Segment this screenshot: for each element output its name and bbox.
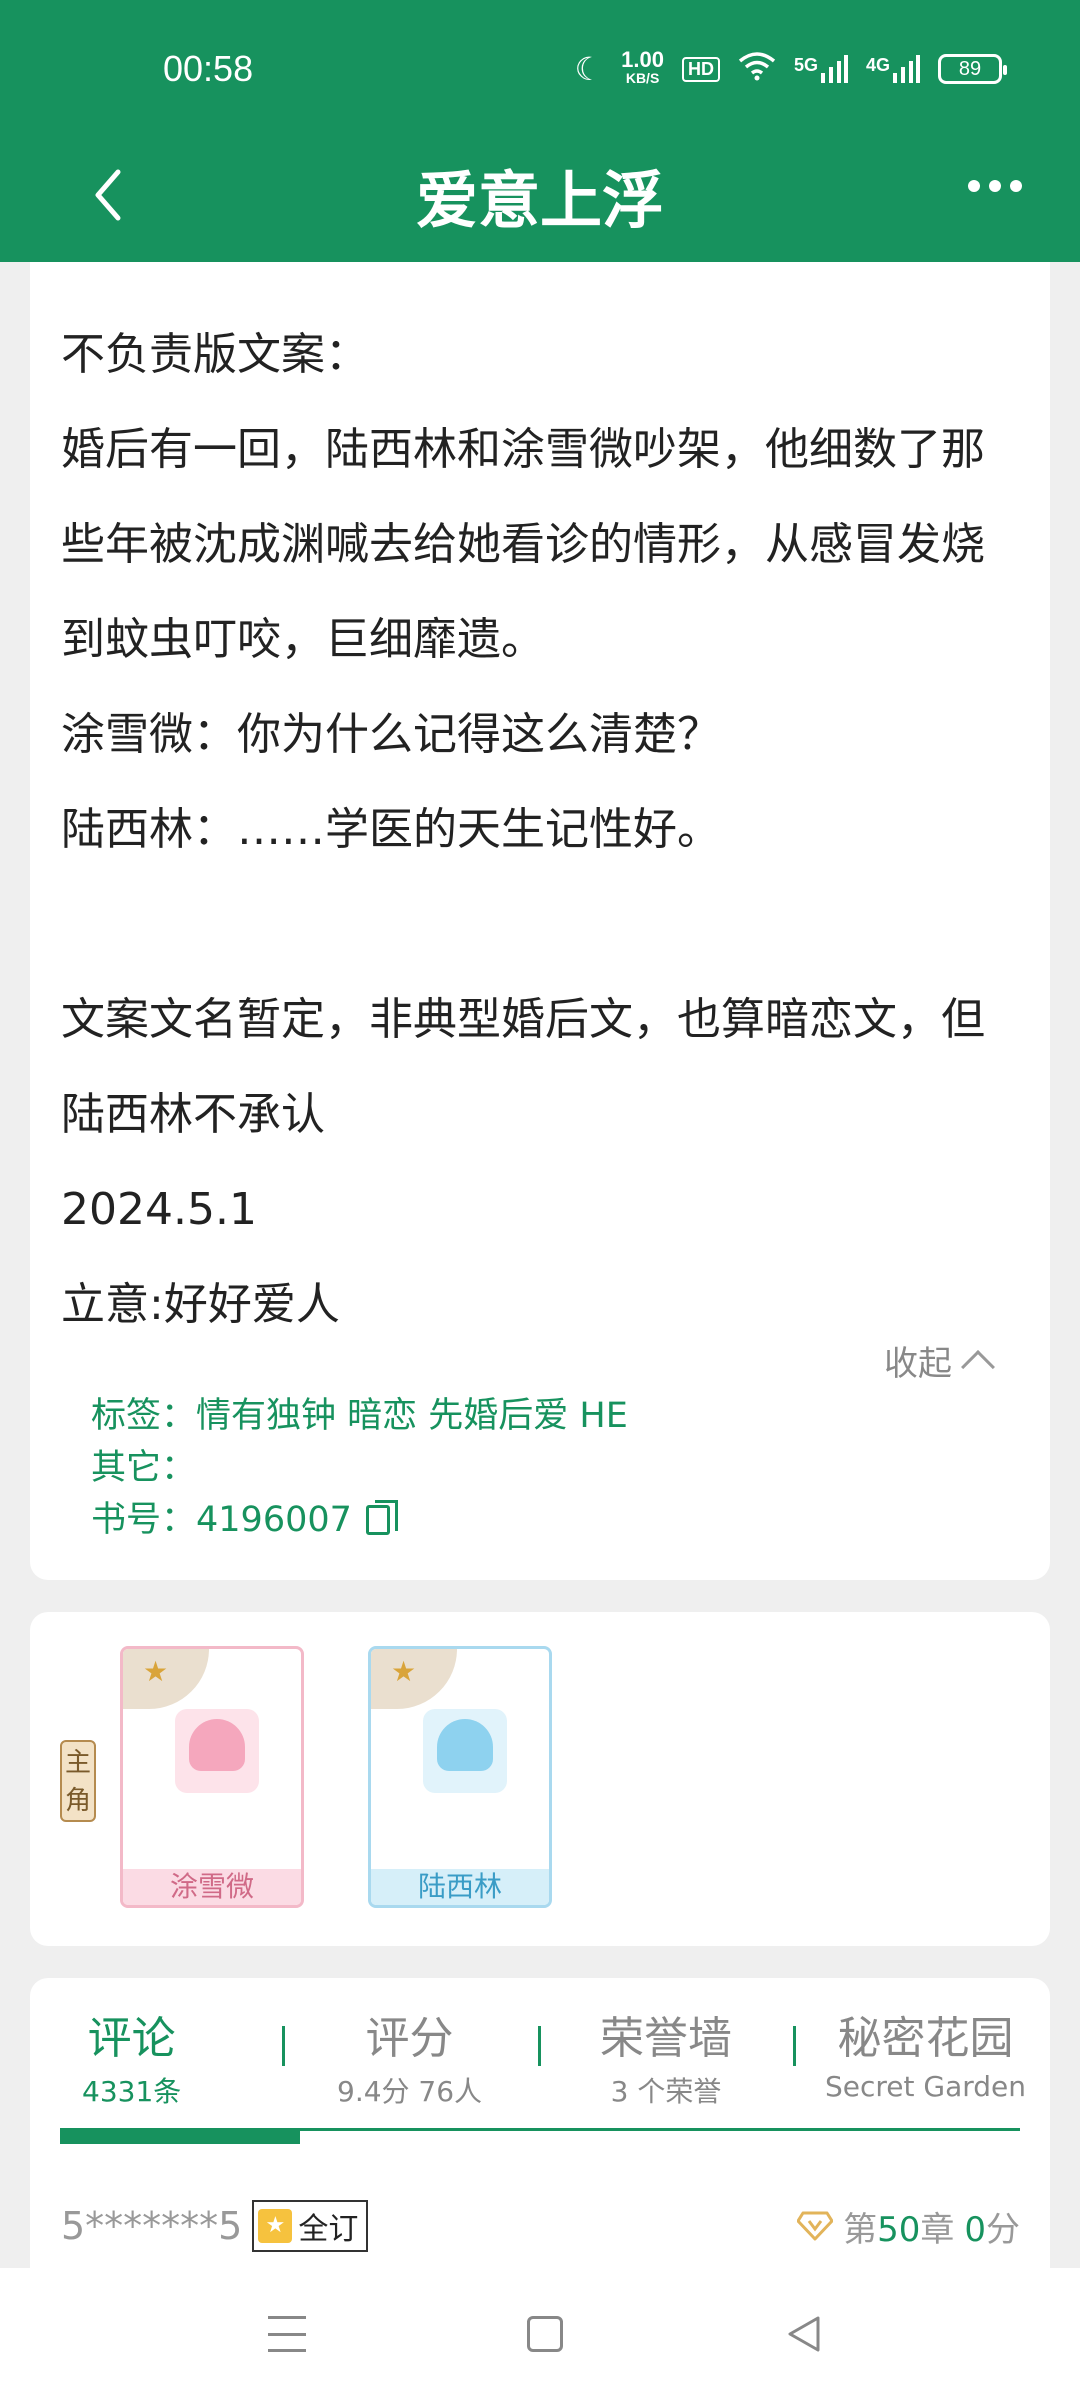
other-row: 其它： bbox=[91, 1448, 197, 1488]
badge-star-icon: ★ bbox=[258, 2209, 293, 2243]
chapter-info: 第50章 bbox=[843, 2209, 955, 2250]
status-bar: 00:58 ☾ 1.00 KB/S HD 5G 4G 89 bbox=[0, 0, 1080, 140]
system-nav-bar bbox=[0, 2268, 1080, 2400]
more-dot bbox=[989, 180, 1001, 192]
battery-icon: 89 bbox=[938, 54, 1007, 84]
copy-icon[interactable] bbox=[365, 1500, 398, 1535]
signal-4g-icon: 4G bbox=[866, 55, 920, 83]
more-button[interactable] bbox=[968, 180, 1022, 192]
role-tag: 主角 bbox=[60, 1740, 96, 1822]
subscription-badge: ★ 全订 bbox=[252, 2200, 369, 2252]
description-line: 些年被沈成渊喊去给她看诊的情形，从感冒发烧 bbox=[61, 519, 985, 570]
collapse-button[interactable]: 收起 bbox=[884, 1336, 995, 1385]
character-card[interactable]: ★ 涂雪微 bbox=[120, 1646, 304, 1908]
status-time: 00:58 bbox=[163, 48, 254, 89]
tab-separator bbox=[793, 2026, 796, 2066]
book-meta: 标签：情有独钟 暗恋 先婚后爱 HE 其它： 书号：4196007 bbox=[91, 1390, 628, 1546]
top-bar: 00:58 ☾ 1.00 KB/S HD 5G 4G 89 爱意上浮 bbox=[0, 0, 1080, 262]
review-header: 5*******5 ★ 全订 第50章 0分 bbox=[61, 2196, 1020, 2256]
score-info: 0分 bbox=[964, 2209, 1020, 2250]
description-text: 不负责版文案： 婚后有一回，陆西林和涂雪微吵架，他细数了那 些年被沈成渊喊去给她… bbox=[61, 307, 985, 1352]
review-user[interactable]: 5*******5 bbox=[61, 2204, 242, 2248]
tab-honor-wall[interactable]: 荣誉墙 3 个荣誉 bbox=[600, 2002, 732, 2110]
character-card[interactable]: ★ 陆西林 bbox=[368, 1646, 552, 1908]
description-line bbox=[61, 877, 985, 972]
tab-rating[interactable]: 评分 9.4分 76人 bbox=[337, 2002, 482, 2110]
signal-5g-icon: 5G bbox=[794, 55, 848, 83]
characters-card: 主角 ★ 涂雪微 ★ 陆西林 bbox=[30, 1612, 1050, 1946]
character-name: 涂雪微 bbox=[123, 1869, 301, 1905]
star-icon: ★ bbox=[143, 1655, 169, 1688]
description-line: 到蚊虫叮咬，巨细靡遗。 bbox=[61, 614, 545, 665]
more-dot bbox=[968, 180, 980, 192]
tab-indicator bbox=[60, 2128, 300, 2144]
avatar-icon bbox=[175, 1709, 259, 1793]
tags-row: 标签：情有独钟 暗恋 先婚后爱 HE bbox=[91, 1396, 628, 1436]
net-speed: 1.00 KB/S bbox=[621, 47, 664, 87]
star-icon: ★ bbox=[391, 1655, 417, 1688]
character-name: 陆西林 bbox=[371, 1869, 549, 1905]
status-icons: ☾ 1.00 KB/S HD 5G 4G 89 bbox=[574, 47, 1007, 88]
description-line: 文案文名暂定，非典型婚后文，也算暗恋文，但 bbox=[61, 994, 985, 1045]
avatar-icon bbox=[423, 1709, 507, 1793]
description-line: 陆西林不承认 bbox=[61, 1089, 325, 1140]
description-card: 不负责版文案： 婚后有一回，陆西林和涂雪微吵架，他细数了那 些年被沈成渊喊去给她… bbox=[30, 262, 1050, 1580]
hd-icon: HD bbox=[681, 56, 720, 82]
review-meta: 第50章 0分 bbox=[797, 2202, 1020, 2251]
tab-separator bbox=[282, 2026, 285, 2066]
back-triangle-icon[interactable] bbox=[782, 2312, 826, 2356]
book-no-row: 书号：4196007 bbox=[91, 1494, 628, 1546]
description-line: 不负责版文案： bbox=[61, 329, 369, 380]
description-line: 婚后有一回，陆西林和涂雪微吵架，他细数了那 bbox=[61, 424, 985, 475]
tab-separator bbox=[538, 2026, 541, 2066]
diamond-icon bbox=[797, 2211, 834, 2241]
tab-secret-garden[interactable]: 秘密花园 Secret Garden bbox=[825, 2002, 1026, 2103]
description-line: 2024.5.1 bbox=[61, 1184, 257, 1235]
recent-apps-button[interactable] bbox=[268, 2316, 306, 2352]
wifi-icon bbox=[738, 51, 776, 87]
tags-value[interactable]: 情有独钟 暗恋 先婚后爱 HE bbox=[196, 1396, 628, 1436]
chevron-up-icon bbox=[961, 1349, 995, 1384]
more-dot bbox=[1010, 180, 1022, 192]
description-line: 陆西林：……学医的天生记性好。 bbox=[61, 804, 721, 855]
moon-icon: ☾ bbox=[574, 51, 604, 87]
tab-comments[interactable]: 评论 4331条 bbox=[82, 2002, 181, 2110]
tabs-card: 评论 4331条 评分 9.4分 76人 荣誉墙 3 个荣誉 秘密花园 Secr… bbox=[30, 1978, 1050, 2278]
home-button[interactable] bbox=[527, 2316, 563, 2352]
description-line: 立意:好好爱人 bbox=[61, 1279, 340, 1330]
page-title: 爱意上浮 bbox=[415, 164, 664, 237]
book-no-value: 4196007 bbox=[196, 1500, 352, 1540]
description-line: 涂雪微：你为什么记得这么清楚？ bbox=[61, 709, 721, 760]
app-header: 爱意上浮 bbox=[0, 140, 1080, 262]
